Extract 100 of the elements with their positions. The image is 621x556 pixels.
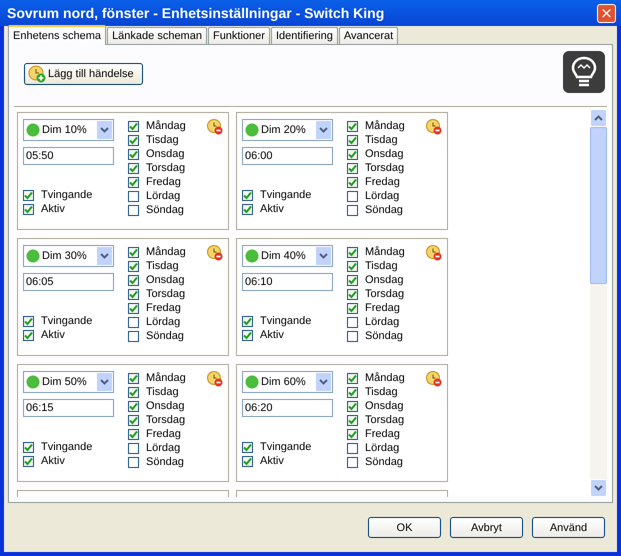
day-label: Söndag [146, 204, 184, 216]
circle-icon [26, 375, 40, 389]
checkbox[interactable] [128, 372, 139, 384]
checkbox[interactable] [347, 330, 358, 342]
scroll-down-button[interactable] [590, 479, 607, 497]
checkbox[interactable] [347, 190, 358, 202]
checkbox[interactable] [128, 148, 139, 160]
checkbox[interactable] [128, 400, 139, 412]
checkbox[interactable] [23, 316, 34, 326]
day-label: Fredag [146, 302, 181, 314]
checkbox[interactable] [128, 428, 139, 440]
checkbox[interactable] [128, 288, 139, 300]
time-field[interactable]: 06:05 [23, 273, 114, 291]
add-event-button[interactable]: Lägg till händelse [24, 63, 143, 85]
checkbox[interactable] [23, 330, 34, 340]
checkbox[interactable] [347, 428, 358, 440]
checkbox[interactable] [128, 190, 139, 202]
action-dropdown[interactable]: Dim 40% [242, 245, 333, 267]
clock-remove-icon[interactable] [207, 119, 223, 135]
checkbox[interactable] [347, 302, 358, 314]
checkbox[interactable] [242, 442, 253, 452]
checkbox[interactable] [347, 288, 358, 300]
checkbox[interactable] [347, 400, 358, 412]
dialog-button[interactable]: Använd [532, 517, 605, 538]
checkbox[interactable] [347, 162, 358, 174]
checkbox[interactable] [128, 386, 139, 398]
checkbox[interactable] [347, 176, 358, 188]
checkbox[interactable] [242, 456, 253, 466]
checkbox[interactable] [128, 246, 139, 258]
checkbox[interactable] [23, 442, 34, 452]
clock-remove-icon[interactable] [426, 371, 442, 387]
tab[interactable]: Avancerat [338, 27, 398, 44]
checkbox[interactable] [347, 414, 358, 426]
checkbox[interactable] [347, 456, 358, 468]
action-dropdown[interactable]: Dim 30% [23, 245, 114, 267]
tab[interactable]: Länkade scheman [107, 27, 207, 44]
close-button[interactable]: × [597, 4, 616, 22]
action-dropdown[interactable]: Dim 10% [23, 119, 114, 141]
checkbox-label: Tvingande [41, 315, 92, 327]
day-label: Söndag [365, 456, 403, 468]
checkbox[interactable] [128, 260, 139, 272]
checkbox[interactable] [128, 302, 139, 314]
checkbox[interactable] [347, 260, 358, 272]
tab[interactable]: Enhetens schema [8, 25, 106, 45]
checkbox[interactable] [128, 316, 139, 328]
day-label: Lördag [146, 190, 180, 202]
time-field[interactable]: 06:20 [242, 399, 333, 417]
checkbox[interactable] [347, 274, 358, 286]
checkbox[interactable] [128, 274, 139, 286]
checkbox[interactable] [242, 190, 253, 200]
action-dropdown[interactable]: Dim 50% [23, 371, 114, 393]
checkbox[interactable] [128, 442, 139, 454]
checkbox[interactable] [347, 134, 358, 146]
time-field[interactable]: 06:00 [242, 147, 333, 165]
day-label: Fredag [365, 428, 400, 440]
checkbox[interactable] [347, 372, 358, 384]
dialog-button[interactable]: Avbryt [450, 517, 523, 538]
clock-remove-icon[interactable] [426, 245, 442, 261]
checkbox[interactable] [23, 190, 34, 200]
time-field[interactable]: 06:10 [242, 273, 333, 291]
checkbox[interactable] [128, 176, 139, 188]
checkbox[interactable] [23, 204, 34, 214]
action-dropdown[interactable]: Dim 60% [242, 371, 333, 393]
checkbox[interactable] [128, 134, 139, 146]
checkbox[interactable] [347, 316, 358, 328]
checkbox[interactable] [347, 246, 358, 258]
checkbox[interactable] [242, 204, 253, 214]
scrollbar[interactable] [590, 109, 607, 497]
circle-icon [245, 375, 259, 389]
day-label: Tisdag [146, 260, 179, 272]
checkbox[interactable] [128, 120, 139, 132]
dialog-button[interactable]: OK [368, 517, 441, 538]
checkbox[interactable] [347, 204, 358, 216]
checkbox[interactable] [23, 456, 34, 466]
checkbox-label: Aktiv [260, 329, 284, 341]
time-field[interactable]: 05:50 [23, 147, 114, 165]
day-label: Söndag [365, 204, 403, 216]
checkbox[interactable] [128, 414, 139, 426]
circle-icon [26, 249, 40, 263]
day-label: Fredag [146, 428, 181, 440]
checkbox[interactable] [242, 330, 253, 340]
checkbox[interactable] [347, 120, 358, 132]
checkbox[interactable] [347, 386, 358, 398]
checkbox[interactable] [128, 456, 139, 468]
clock-remove-icon[interactable] [207, 371, 223, 387]
checkbox[interactable] [128, 162, 139, 174]
checkbox[interactable] [128, 204, 139, 216]
clock-remove-icon[interactable] [207, 245, 223, 261]
time-field[interactable]: 06:15 [23, 399, 114, 417]
tab[interactable]: Identifiering [270, 27, 338, 44]
day-label: Lördag [365, 316, 400, 328]
scroll-up-button[interactable] [590, 109, 607, 127]
checkbox[interactable] [128, 330, 139, 342]
tab[interactable]: Funktioner [208, 27, 270, 44]
checkbox[interactable] [242, 316, 253, 326]
action-dropdown[interactable]: Dim 20% [242, 119, 333, 141]
clock-remove-icon[interactable] [426, 119, 442, 135]
checkbox[interactable] [347, 148, 358, 160]
checkbox[interactable] [347, 442, 358, 454]
scrollbar-thumb[interactable] [590, 127, 607, 284]
